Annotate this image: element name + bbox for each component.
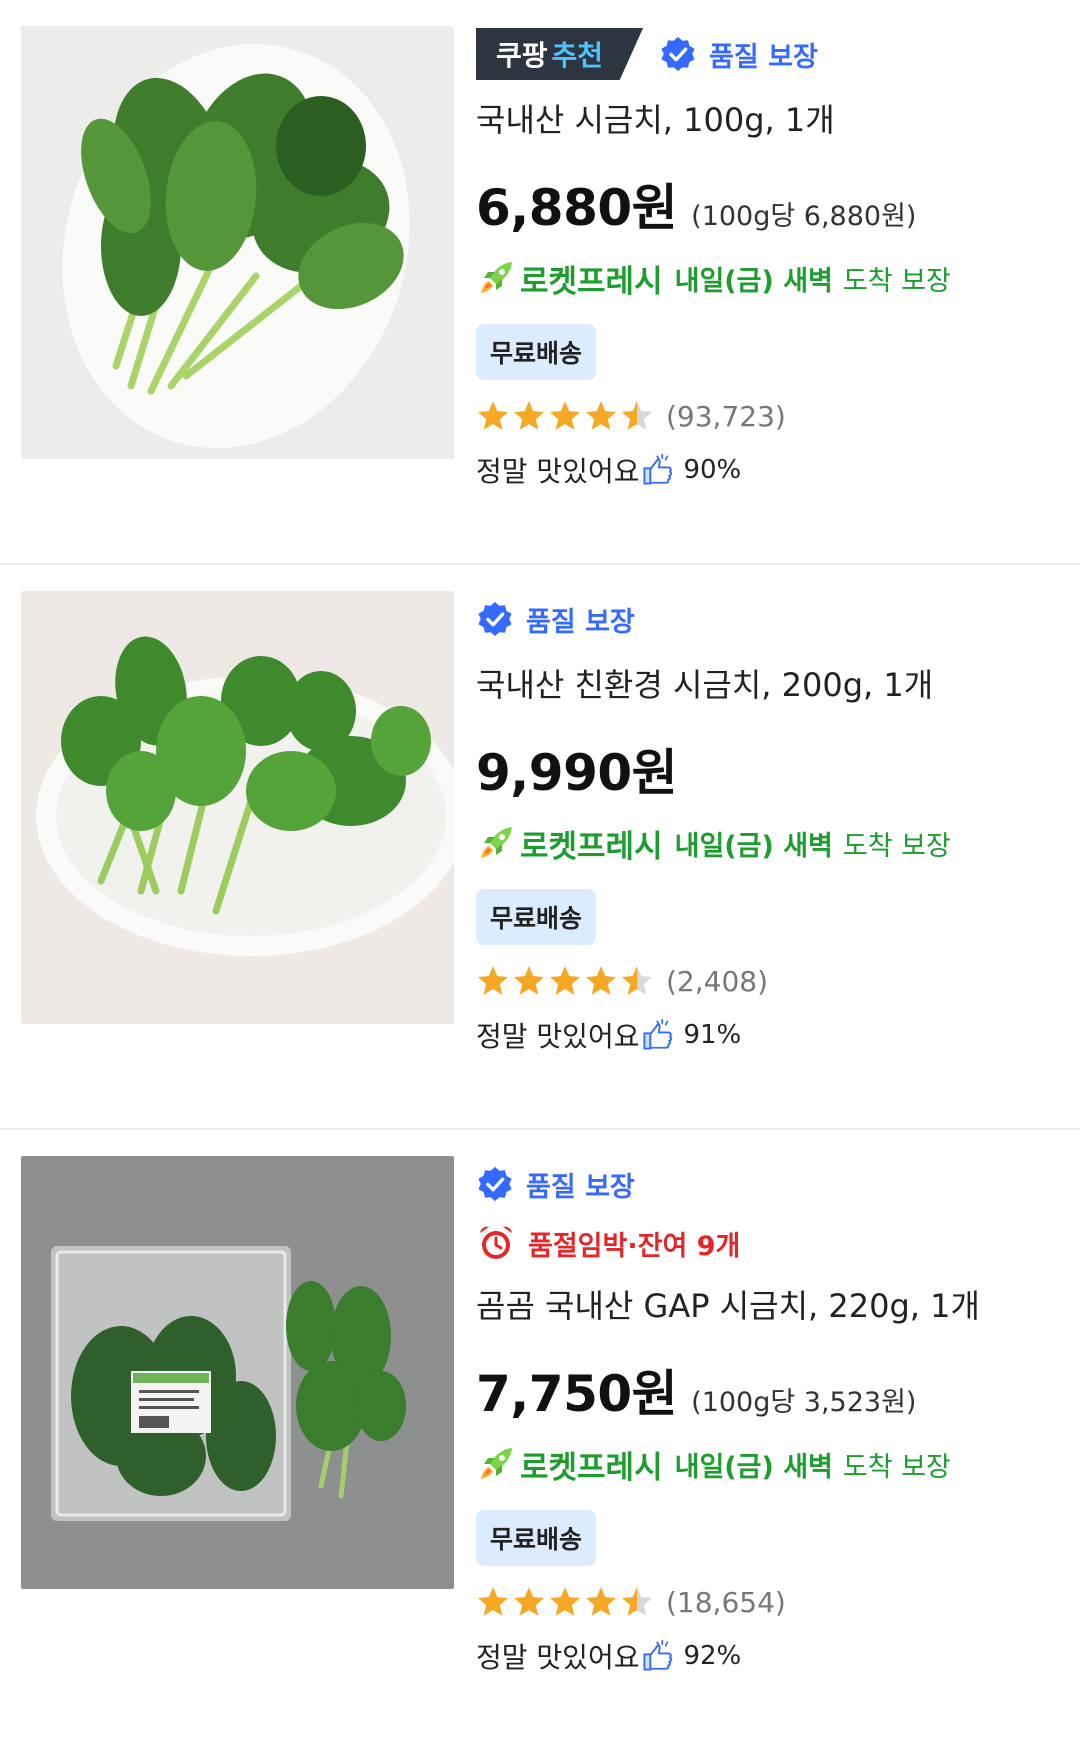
star-full-icon xyxy=(476,964,510,998)
star-full-icon xyxy=(584,399,618,433)
rating-stars[interactable]: (2,408) xyxy=(476,959,1060,1003)
rating-stars[interactable]: (93,723) xyxy=(476,394,1060,438)
product-title[interactable]: 국내산 친환경 시금치, 200g, 1개 xyxy=(476,657,1060,713)
star-full-icon xyxy=(476,1585,510,1619)
thumbs-up-icon xyxy=(641,1639,675,1673)
verified-check-icon xyxy=(476,600,514,638)
star-full-icon xyxy=(512,964,546,998)
product-price: 6,880원 xyxy=(476,179,678,237)
rocket-icon xyxy=(476,258,516,298)
thumbs-up-icon xyxy=(641,1018,675,1052)
product-card[interactable]: 쿠팡 추천 품질 보장 국내산 시금치, 100g, 1개 6,880원 (100… xyxy=(0,0,1080,565)
rocket-fresh-delivery: 로켓프레시 내일(금) 새벽 도착 보장 xyxy=(476,817,1060,869)
star-full-icon xyxy=(548,964,582,998)
review-count: (18,654) xyxy=(666,1585,786,1619)
product-title[interactable]: 곰곰 국내산 GAP 시금치, 220g, 1개 xyxy=(476,1278,1060,1334)
rocket-icon xyxy=(476,823,516,863)
low-stock-badge: 품절임박·잔여 9개 xyxy=(476,1218,1060,1268)
star-full-icon xyxy=(476,399,510,433)
rocket-icon xyxy=(476,1444,516,1484)
rating-stars[interactable]: (18,654) xyxy=(476,1580,1060,1624)
product-card[interactable]: 품질 보장 국내산 친환경 시금치, 200g, 1개 9,990원 로켓프레시… xyxy=(0,565,1080,1130)
product-card[interactable]: 품질 보장 품절임박·잔여 9개 곰곰 국내산 GAP 시금치, 220g, 1… xyxy=(0,1130,1080,1705)
rocket-fresh-delivery: 로켓프레시 내일(금) 새벽 도착 보장 xyxy=(476,252,1060,304)
coupang-recommend-badge: 쿠팡 추천 xyxy=(476,28,644,80)
product-image-spinach-bag[interactable] xyxy=(21,1156,454,1589)
free-shipping-badge: 무료배송 xyxy=(476,1510,597,1566)
review-count: (93,723) xyxy=(666,399,786,433)
verified-check-icon xyxy=(476,1165,514,1203)
unit-price: (100g당 3,523원) xyxy=(691,1387,917,1418)
quality-guarantee-badge: 품질 보장 xyxy=(476,600,635,639)
product-image-spinach-plate[interactable] xyxy=(21,26,454,459)
star-full-icon xyxy=(584,964,618,998)
product-info: 품질 보장 품절임박·잔여 9개 곰곰 국내산 GAP 시금치, 220g, 1… xyxy=(476,1156,1060,1678)
product-info: 쿠팡 추천 품질 보장 국내산 시금치, 100g, 1개 6,880원 (100… xyxy=(476,26,1060,492)
product-image-spinach-bowl[interactable] xyxy=(21,591,454,1024)
product-list: 쿠팡 추천 품질 보장 국내산 시금치, 100g, 1개 6,880원 (100… xyxy=(0,0,1080,1705)
review-count: (2,408) xyxy=(666,964,769,998)
star-half-icon xyxy=(620,964,654,998)
star-full-icon xyxy=(548,1585,582,1619)
unit-price: (100g당 6,880원) xyxy=(691,201,917,232)
rocket-fresh-delivery: 로켓프레시 내일(금) 새벽 도착 보장 xyxy=(476,1438,1060,1490)
star-half-icon xyxy=(620,399,654,433)
star-half-icon xyxy=(620,1585,654,1619)
product-price: 9,990원 xyxy=(476,744,678,802)
free-shipping-badge: 무료배송 xyxy=(476,889,597,945)
product-title[interactable]: 국내산 시금치, 100g, 1개 xyxy=(476,92,1060,148)
star-full-icon xyxy=(512,1585,546,1619)
star-full-icon xyxy=(548,399,582,433)
taste-rating: 정말 맛있어요 92% xyxy=(476,1639,742,1674)
product-info: 품질 보장 국내산 친환경 시금치, 200g, 1개 9,990원 로켓프레시… xyxy=(476,591,1060,1057)
thumbs-up-icon xyxy=(641,453,675,487)
alarm-clock-icon xyxy=(476,1223,516,1263)
star-full-icon xyxy=(512,399,546,433)
quality-guarantee-badge: 품질 보장 xyxy=(659,35,818,74)
product-price: 7,750원 xyxy=(476,1365,678,1423)
quality-guarantee-badge: 품질 보장 xyxy=(476,1165,635,1204)
taste-rating: 정말 맛있어요 91% xyxy=(476,1018,742,1053)
star-full-icon xyxy=(584,1585,618,1619)
free-shipping-badge: 무료배송 xyxy=(476,324,597,380)
taste-rating: 정말 맛있어요 90% xyxy=(476,453,742,488)
verified-check-icon xyxy=(659,35,697,73)
